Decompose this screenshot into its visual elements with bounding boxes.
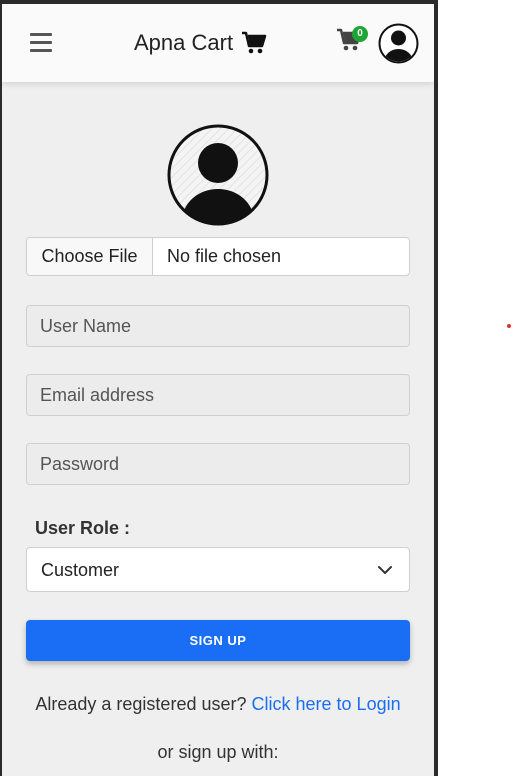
choose-file-button[interactable]: Choose File	[27, 238, 153, 275]
alternate-signup-text: or sign up with:	[157, 742, 279, 762]
user-role-selected-value: Customer	[41, 560, 120, 580]
login-prompt-text: Already a registered user?	[35, 694, 247, 714]
sign-up-button[interactable]: SIGN UP	[26, 620, 410, 661]
top-navbar: Apna Cart 0	[2, 4, 434, 82]
file-status-text: No file chosen	[167, 246, 282, 266]
user-avatar-icon	[378, 23, 419, 64]
username-input[interactable]	[26, 305, 410, 347]
hamburger-icon[interactable]	[30, 33, 52, 53]
chevron-down-icon	[378, 566, 392, 574]
stray-dot	[507, 324, 511, 328]
password-input[interactable]	[26, 443, 410, 485]
profile-avatar-button[interactable]	[378, 23, 419, 64]
cart-button[interactable]: 0	[336, 26, 370, 58]
login-prompt-row: Already a registered user? Click here to…	[2, 694, 434, 715]
brand-title: Apna Cart	[134, 30, 234, 55]
shopping-cart-icon	[241, 31, 267, 55]
brand[interactable]: Apna Cart	[134, 30, 267, 56]
profile-photo-file-input[interactable]: Choose File No file chosen	[26, 237, 410, 276]
user-role-select[interactable]: Customer	[26, 547, 410, 592]
cart-count-badge: 0	[352, 26, 368, 42]
login-link[interactable]: Click here to Login	[252, 694, 401, 714]
app-frame: Apna Cart 0 Choose File No file chosen U…	[0, 0, 438, 776]
profile-photo-placeholder	[166, 123, 270, 227]
email-input[interactable]	[26, 374, 410, 416]
user-role-label: User Role :	[35, 518, 131, 538]
